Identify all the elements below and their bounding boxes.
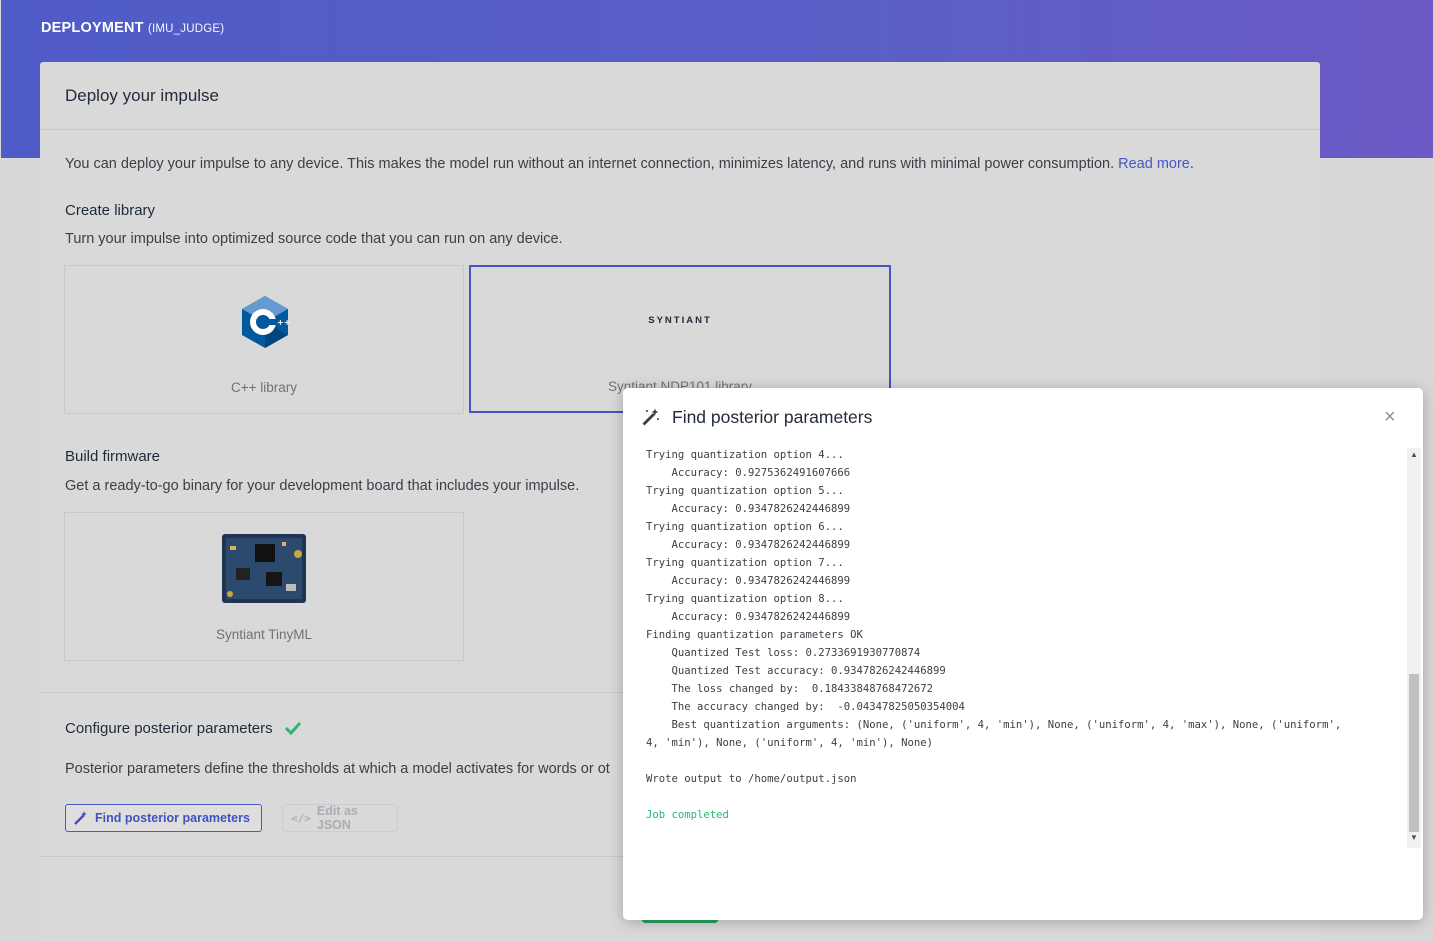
find-posterior-modal: Find posterior parameters × Trying quant… <box>623 388 1423 920</box>
log-line: Trying quantization option 5... <box>646 485 844 497</box>
syntiant-logo: SYNTIANT <box>648 315 712 326</box>
log-line: Trying quantization option 8... <box>646 593 844 605</box>
check-icon <box>284 721 301 736</box>
magic-wand-icon <box>74 811 87 825</box>
log-line: Accuracy: 0.9275362491607666 <box>646 467 851 479</box>
log-line: Trying quantization option 6... <box>646 521 844 533</box>
edit-json-button[interactable]: </> Edit as JSON <box>282 804 398 832</box>
edit-json-label: Edit as JSON <box>316 804 358 832</box>
create-library-heading: Create library <box>65 202 156 219</box>
build-firmware-description: Get a ready-to-go binary for your develo… <box>65 478 580 494</box>
project-name: (IMU_JUDGE) <box>147 23 225 35</box>
page-title-text: DEPLOYMENT <box>41 20 144 36</box>
log-line: Quantized Test accuracy: 0.9347826242446… <box>646 665 946 677</box>
create-library-description: Turn your impulse into optimized source … <box>65 231 563 247</box>
log-line: Accuracy: 0.9347826242446899 <box>646 575 851 587</box>
log-line: Accuracy: 0.9347826242446899 <box>646 611 851 623</box>
log-line: Trying quantization option 4... <box>646 449 844 461</box>
log-line: Accuracy: 0.9347826242446899 <box>646 503 851 515</box>
job-log[interactable]: Trying quantization option 4... Accuracy… <box>646 446 1406 846</box>
cpp-logo-icon: ++ <box>242 296 290 348</box>
svg-text:++: ++ <box>277 318 290 327</box>
scroll-up-icon[interactable]: ▲ <box>1407 450 1421 459</box>
read-more-suffix: . <box>1189 156 1194 172</box>
posterior-heading: Configure posterior parameters <box>65 720 301 737</box>
posterior-heading-text: Configure posterior parameters <box>65 720 273 737</box>
intro-body: You can deploy your impulse to any devic… <box>65 156 1115 172</box>
dev-board-icon <box>222 534 306 603</box>
tile-label: Syntiant TinyML <box>215 627 313 642</box>
code-icon: </> <box>291 811 311 825</box>
log-line: Accuracy: 0.9347826242446899 <box>646 539 851 551</box>
syntiant-tinyml-tile[interactable]: Syntiant TinyML <box>64 512 464 661</box>
cpp-library-tile[interactable]: ++ C++ library <box>64 265 464 414</box>
log-line: Trying quantization option 7... <box>646 557 844 569</box>
log-line: Best quantization arguments: (None, ('un… <box>646 719 1342 731</box>
magic-wand-icon <box>642 408 659 426</box>
log-line: Wrote output to /home/output.json <box>646 773 857 785</box>
posterior-description: Posterior parameters define the threshol… <box>65 761 610 777</box>
log-line: Job completed <box>646 809 729 821</box>
intro-text: You can deploy your impulse to any devic… <box>65 156 1194 172</box>
close-icon[interactable]: × <box>1384 406 1396 429</box>
scroll-down-icon[interactable]: ▼ <box>1407 833 1421 842</box>
log-line: The accuracy changed by: -0.043478250503… <box>646 701 965 713</box>
log-scrollbar[interactable]: ▲ ▼ <box>1407 448 1421 848</box>
card-header: Deploy your impulse <box>40 62 1320 130</box>
modal-title: Find posterior parameters <box>672 407 873 427</box>
build-firmware-heading: Build firmware <box>65 448 161 465</box>
tile-label: C++ library <box>230 380 298 395</box>
scroll-thumb[interactable] <box>1409 674 1419 832</box>
read-more-link[interactable]: Read more <box>1118 156 1190 172</box>
card-title: Deploy your impulse <box>65 86 220 105</box>
find-posterior-button[interactable]: Find posterior parameters <box>65 804 262 832</box>
find-posterior-label: Find posterior parameters <box>95 811 250 825</box>
page-title: DEPLOYMENT (IMU_JUDGE) <box>41 20 224 36</box>
log-line: Finding quantization parameters OK <box>646 629 863 641</box>
log-line: The loss changed by: 0.18433848768472672 <box>646 683 934 695</box>
log-line: 4, 'min'), None, ('uniform', 4, 'min'), … <box>646 737 934 749</box>
log-line: Quantized Test loss: 0.2733691930770874 <box>646 647 921 659</box>
